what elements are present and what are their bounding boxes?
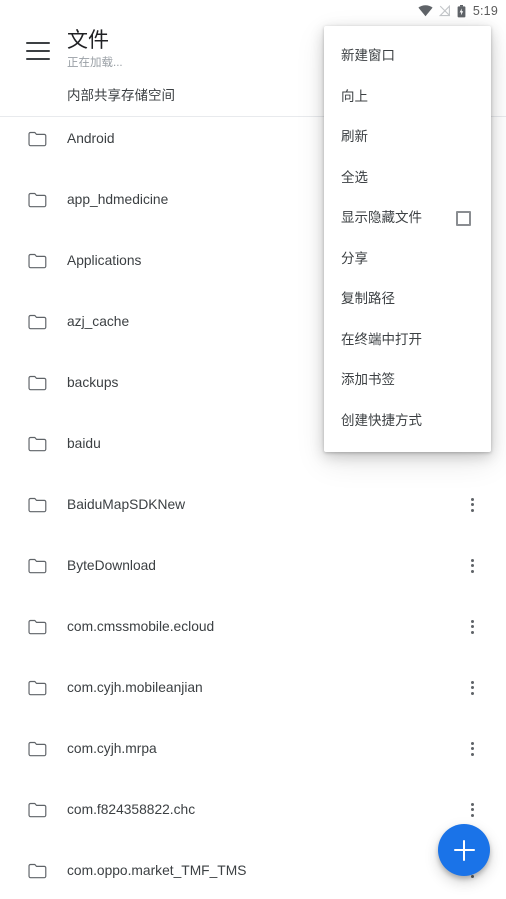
title-block: 文件 正在加载... xyxy=(67,28,123,71)
file-name-label: app_hdmedicine xyxy=(67,191,169,207)
file-name-label: BaiduMapSDKNew xyxy=(67,496,186,512)
popup-menu-item-label: 刷新 xyxy=(341,129,368,145)
popup-menu-item-label: 创建快捷方式 xyxy=(341,412,422,428)
popup-menu-item[interactable]: 复制路径 xyxy=(324,279,491,320)
popup-menu-item-label: 复制路径 xyxy=(341,291,395,307)
file-manager-app: 5:19 文件 正在加载... 内部共享存储空间 Android app_hdme… xyxy=(0,0,506,899)
show-hidden-files-checkbox[interactable] xyxy=(456,210,471,226)
file-name-label: azj_cache xyxy=(67,313,130,329)
page-title: 文件 xyxy=(67,29,109,52)
breadcrumb[interactable]: 内部共享存储空间 xyxy=(67,84,175,104)
file-name-label: com.cyjh.mrpa xyxy=(67,740,157,756)
folder-icon xyxy=(28,558,47,574)
add-fab-button[interactable] xyxy=(438,824,490,876)
signal-off-icon xyxy=(438,5,451,17)
battery-icon xyxy=(457,4,466,18)
file-name-label: baidu xyxy=(67,435,101,451)
popup-menu-item[interactable]: 创建快捷方式 xyxy=(324,401,491,442)
folder-icon xyxy=(28,131,47,147)
popup-menu-item[interactable]: 全选 xyxy=(324,158,491,199)
file-list-row[interactable]: com.cmssmobile.ecloud xyxy=(0,596,506,657)
overflow-menu-icon[interactable] xyxy=(462,556,482,576)
popup-menu-item-label: 显示隐藏文件 xyxy=(341,210,422,226)
overflow-menu-icon[interactable] xyxy=(462,617,482,637)
popup-menu-item-label: 向上 xyxy=(341,88,368,104)
popup-menu-item[interactable]: 显示隐藏文件 xyxy=(324,198,491,239)
file-name-label: com.cyjh.mobileanjian xyxy=(67,679,203,695)
file-name-label: Applications xyxy=(67,252,142,268)
overflow-menu-icon[interactable] xyxy=(462,495,482,515)
status-bar-clock: 5:19 xyxy=(472,4,498,18)
popup-menu-item[interactable]: 分享 xyxy=(324,239,491,280)
folder-icon xyxy=(28,680,47,696)
popup-menu-item-label: 分享 xyxy=(341,250,368,266)
popup-menu-item-label: 全选 xyxy=(341,169,368,185)
popup-menu-item-label: 在终端中打开 xyxy=(341,331,422,347)
popup-menu-item[interactable]: 新建窗口 xyxy=(324,36,491,77)
popup-menu-item[interactable]: 向上 xyxy=(324,77,491,118)
file-list-row[interactable]: com.cyjh.mobileanjian xyxy=(0,657,506,718)
overflow-menu-icon[interactable] xyxy=(462,678,482,698)
overflow-menu-icon[interactable] xyxy=(462,800,482,820)
popup-menu-item[interactable]: 添加书签 xyxy=(324,360,491,401)
folder-icon xyxy=(28,314,47,330)
folder-icon xyxy=(28,863,47,879)
folder-icon xyxy=(28,497,47,513)
file-list-row[interactable]: BaiduMapSDKNew xyxy=(0,474,506,535)
popup-menu-item-label: 新建窗口 xyxy=(341,48,395,64)
folder-icon xyxy=(28,253,47,269)
plus-icon xyxy=(453,839,475,861)
file-name-label: backups xyxy=(67,374,119,390)
file-name-label: com.cmssmobile.ecloud xyxy=(67,618,215,634)
file-name-label: com.f824358822.chc xyxy=(67,801,196,817)
file-name-label: com.oppo.market_TMF_TMS xyxy=(67,862,247,878)
folder-icon xyxy=(28,619,47,635)
folder-icon xyxy=(28,192,47,208)
overflow-menu-icon[interactable] xyxy=(462,739,482,759)
file-list-row[interactable]: ByteDownload xyxy=(0,535,506,596)
wifi-icon xyxy=(418,5,433,17)
popup-menu-item[interactable]: 刷新 xyxy=(324,117,491,158)
popup-menu-item[interactable]: 在终端中打开 xyxy=(324,320,491,361)
folder-icon xyxy=(28,741,47,757)
file-list-row[interactable]: com.cyjh.mrpa xyxy=(0,718,506,779)
file-name-label: Android xyxy=(67,130,115,146)
hamburger-menu-icon[interactable] xyxy=(26,42,50,60)
popup-menu-item-label: 添加书签 xyxy=(341,372,395,388)
folder-icon xyxy=(28,436,47,452)
loading-status-text: 正在加载... xyxy=(67,57,123,69)
status-bar: 5:19 xyxy=(0,0,506,22)
folder-icon xyxy=(28,802,47,818)
file-list-row[interactable]: com.oppo.market_TMF_TMS xyxy=(0,840,506,899)
file-list-row[interactable]: com.f824358822.chc xyxy=(0,779,506,840)
folder-icon xyxy=(28,375,47,391)
file-name-label: ByteDownload xyxy=(67,557,156,573)
overflow-popup-menu[interactable]: 新建窗口向上刷新全选显示隐藏文件 分享复制路径在终端中打开 添加书签创建快捷方式 xyxy=(324,26,491,452)
